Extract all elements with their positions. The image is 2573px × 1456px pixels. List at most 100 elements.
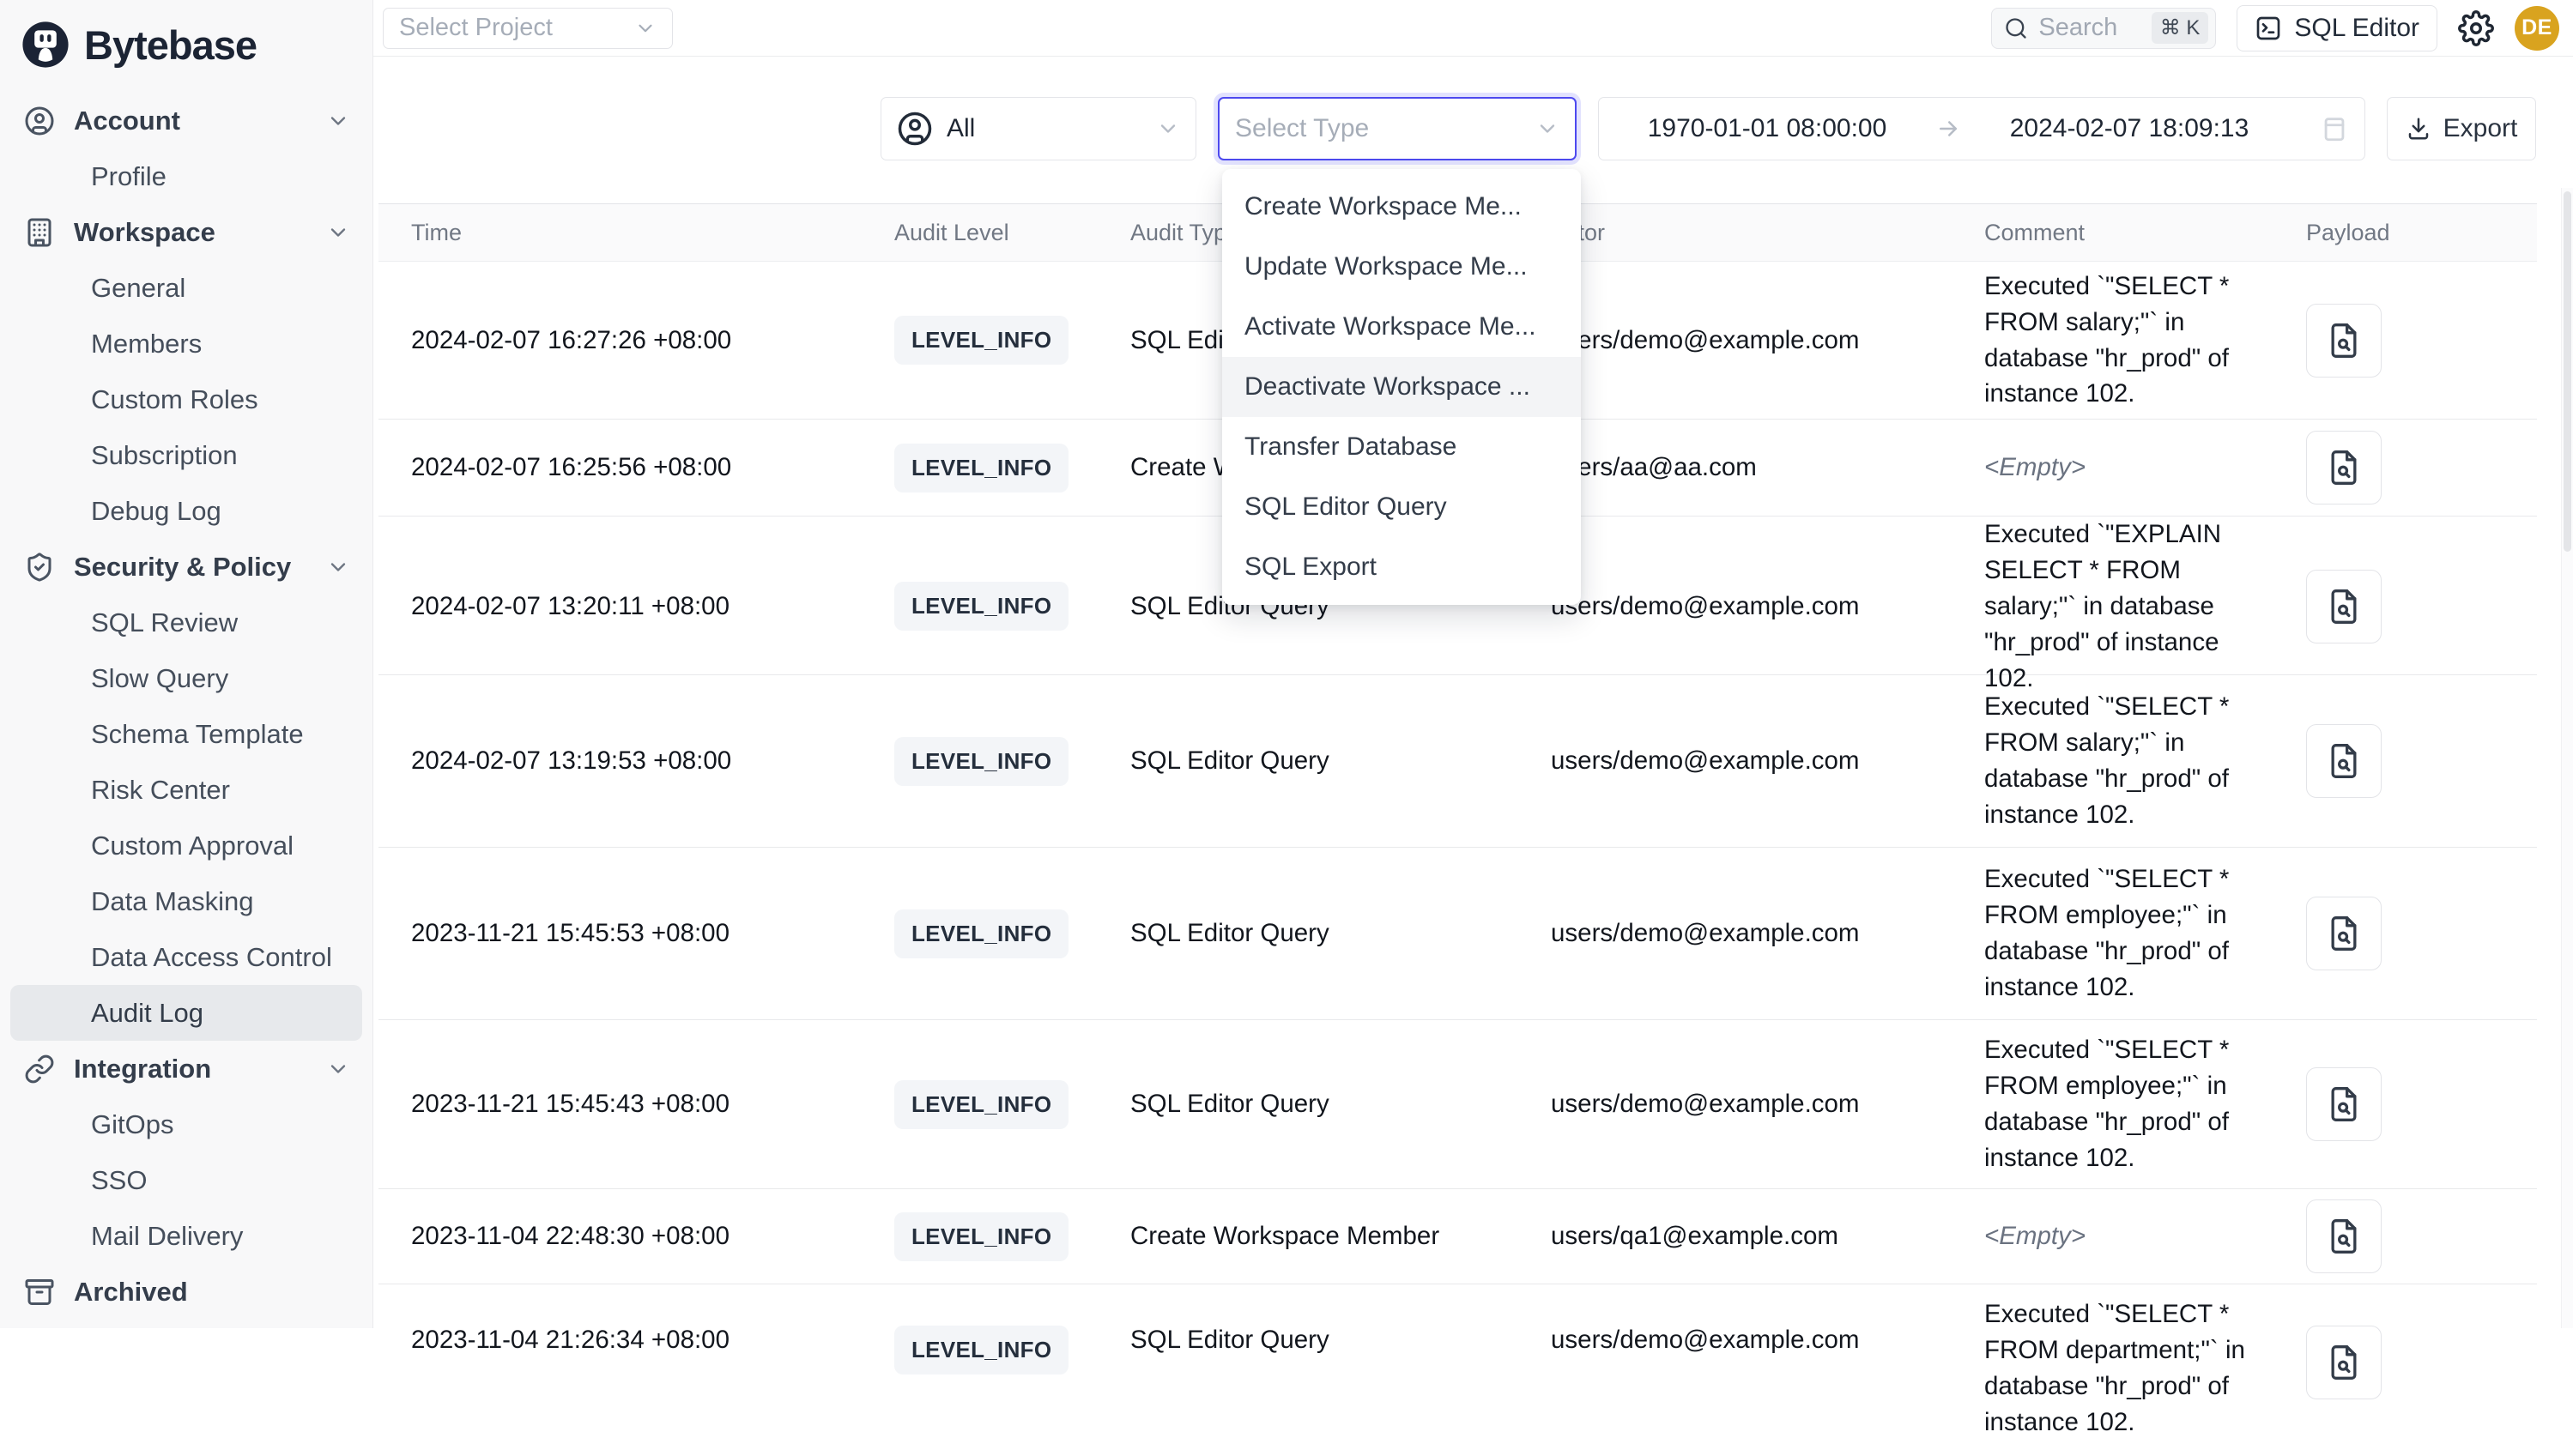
topbar-right-group: Search ⌘ K SQL Editor DE [1991,5,2559,51]
sidebar-section-security-policy[interactable]: Security & Policy [10,539,362,595]
search-input[interactable]: Search ⌘ K [1991,8,2216,49]
sidebar-item-label: SQL Review [91,607,238,638]
date-from-value[interactable]: 1970-01-01 08:00:00 [1599,114,1935,143]
cell-comment: Executed `"SELECT * FROM employee;"` in … [1952,861,2273,1006]
sidebar-item-sql-review[interactable]: SQL Review [10,595,362,650]
sidebar-item-debug-log[interactable]: Debug Log [10,483,362,539]
cell-payload [2273,570,2537,643]
sidebar-item-general[interactable]: General [10,260,362,316]
sidebar-item-label: SSO [91,1165,147,1196]
menu-item-transfer-database[interactable]: Transfer Database [1222,417,1581,477]
cell-comment: <Empty> [1952,1218,2273,1254]
sidebar-item-profile[interactable]: Profile [10,148,362,204]
file-search-icon [2325,915,2363,952]
sidebar-section-archived[interactable]: Archived [10,1264,362,1320]
project-select-placeholder: Select Project [399,14,553,42]
view-payload-button[interactable] [2306,724,2382,798]
menu-item-update-workspace-member[interactable]: Update Workspace Me... [1222,237,1581,297]
date-to-value[interactable]: 2024-02-07 18:09:13 [1961,114,2298,143]
cell-audit-level: LEVEL_INFO [862,582,1098,631]
view-payload-button[interactable] [2306,570,2382,643]
cell-audit-type: SQL Editor Query [1098,1284,1518,1355]
cell-time: 2023-11-04 21:26:34 +08:00 [378,1284,862,1355]
menu-item-deactivate-workspace-member[interactable]: Deactivate Workspace ... [1222,357,1581,417]
sidebar-item-label: Custom Approval [91,831,294,861]
view-payload-button[interactable] [2306,1326,2382,1399]
sidebar-item-sso[interactable]: SSO [10,1152,362,1208]
sidebar-item-risk-center[interactable]: Risk Center [10,762,362,818]
search-placeholder: Search [2038,14,2117,42]
sidebar-section-integration[interactable]: Integration [10,1041,362,1097]
cell-audit-level: LEVEL_INFO [862,1080,1098,1129]
actor-filter-value: All [947,114,975,143]
menu-item-activate-workspace-member[interactable]: Activate Workspace Me... [1222,297,1581,357]
scrollbar-thumb[interactable] [2564,191,2571,552]
sql-editor-button[interactable]: SQL Editor [2237,5,2437,51]
avatar[interactable]: DE [2515,6,2559,51]
sidebar-item-gitops[interactable]: GitOps [10,1097,362,1152]
cell-actor: users/demo@example.com [1518,919,1952,948]
sidebar-item-label: Debug Log [91,496,221,527]
chevron-down-icon [1156,117,1180,141]
view-payload-button[interactable] [2306,1067,2382,1141]
table-row: 2023-11-21 15:45:43 +08:00 LEVEL_INFO SQ… [378,1020,2537,1189]
menu-item-sql-export[interactable]: SQL Export [1222,537,1581,597]
cell-payload [2273,1199,2537,1273]
brand-wordmark: Bytebase [84,21,257,69]
sidebar-item-label: GitOps [91,1109,173,1140]
sidebar-item-label: Schema Template [91,719,304,750]
filter-bar: All Select Type 1970-01-01 08:00:00 2024… [881,94,2536,163]
date-range-picker[interactable]: 1970-01-01 08:00:00 2024-02-07 18:09:13 [1598,97,2365,160]
sidebar-item-members[interactable]: Members [10,316,362,372]
scrollbar[interactable] [2561,188,2573,1328]
sidebar-item-label: Members [91,329,202,359]
cell-payload [2273,431,2537,504]
gear-icon[interactable] [2458,10,2494,46]
menu-item-sql-editor-query[interactable]: SQL Editor Query [1222,477,1581,537]
view-payload-button[interactable] [2306,1199,2382,1273]
cell-comment: Executed `"SELECT * FROM salary;"` in da… [1952,689,2273,833]
export-label: Export [2443,114,2518,143]
level-badge: LEVEL_INFO [894,909,1069,958]
sidebar-item-label: Slow Query [91,663,228,694]
sidebar-item-audit-log[interactable]: Audit Log [10,985,362,1041]
sidebar-item-custom-approval[interactable]: Custom Approval [10,818,362,873]
sql-editor-label: SQL Editor [2294,14,2419,43]
archive-icon [24,1277,55,1308]
cell-time: 2024-02-07 16:25:56 +08:00 [378,453,862,482]
building-icon [24,217,55,248]
view-payload-button[interactable] [2306,304,2382,378]
sidebar-item-label: Mail Delivery [91,1221,243,1252]
audit-type-select[interactable]: Select Type [1218,97,1577,160]
view-payload-button[interactable] [2306,897,2382,970]
export-button[interactable]: Export [2387,97,2536,160]
sidebar-item-data-masking[interactable]: Data Masking [10,873,362,929]
sidebar-item-label: Subscription [91,440,238,471]
actor-filter-select[interactable]: All [881,97,1196,160]
sidebar-item-schema-template[interactable]: Schema Template [10,706,362,762]
cell-comment: Executed `"SELECT * FROM employee;"` in … [1952,1032,2273,1176]
terminal-icon [2255,15,2282,42]
sidebar: Bytebase Account Profile Workspace Gener… [0,0,373,1328]
sidebar-section-account[interactable]: Account [10,93,362,148]
sidebar-item-label: Risk Center [91,775,230,806]
sidebar-item-data-access-control[interactable]: Data Access Control [10,929,362,985]
section-label: Security & Policy [74,552,291,583]
bytebase-logo[interactable]: Bytebase [0,0,372,89]
sidebar-item-subscription[interactable]: Subscription [10,427,362,483]
sidebar-nav: Account Profile Workspace General Member… [0,89,372,1320]
menu-item-create-workspace-member[interactable]: Create Workspace Me... [1222,177,1581,237]
download-icon [2406,116,2431,142]
cell-audit-level: LEVEL_INFO [862,1284,1098,1374]
bytebase-logo-icon [21,20,70,69]
file-search-icon [2325,588,2363,625]
chevron-down-icon [326,221,350,245]
sidebar-item-custom-roles[interactable]: Custom Roles [10,372,362,427]
cell-actor: users/demo@example.com [1518,746,1952,776]
sidebar-item-slow-query[interactable]: Slow Query [10,650,362,706]
project-select[interactable]: Select Project [383,8,673,49]
sidebar-section-workspace[interactable]: Workspace [10,204,362,260]
sidebar-item-mail-delivery[interactable]: Mail Delivery [10,1208,362,1264]
level-badge: LEVEL_INFO [894,316,1069,365]
view-payload-button[interactable] [2306,431,2382,504]
